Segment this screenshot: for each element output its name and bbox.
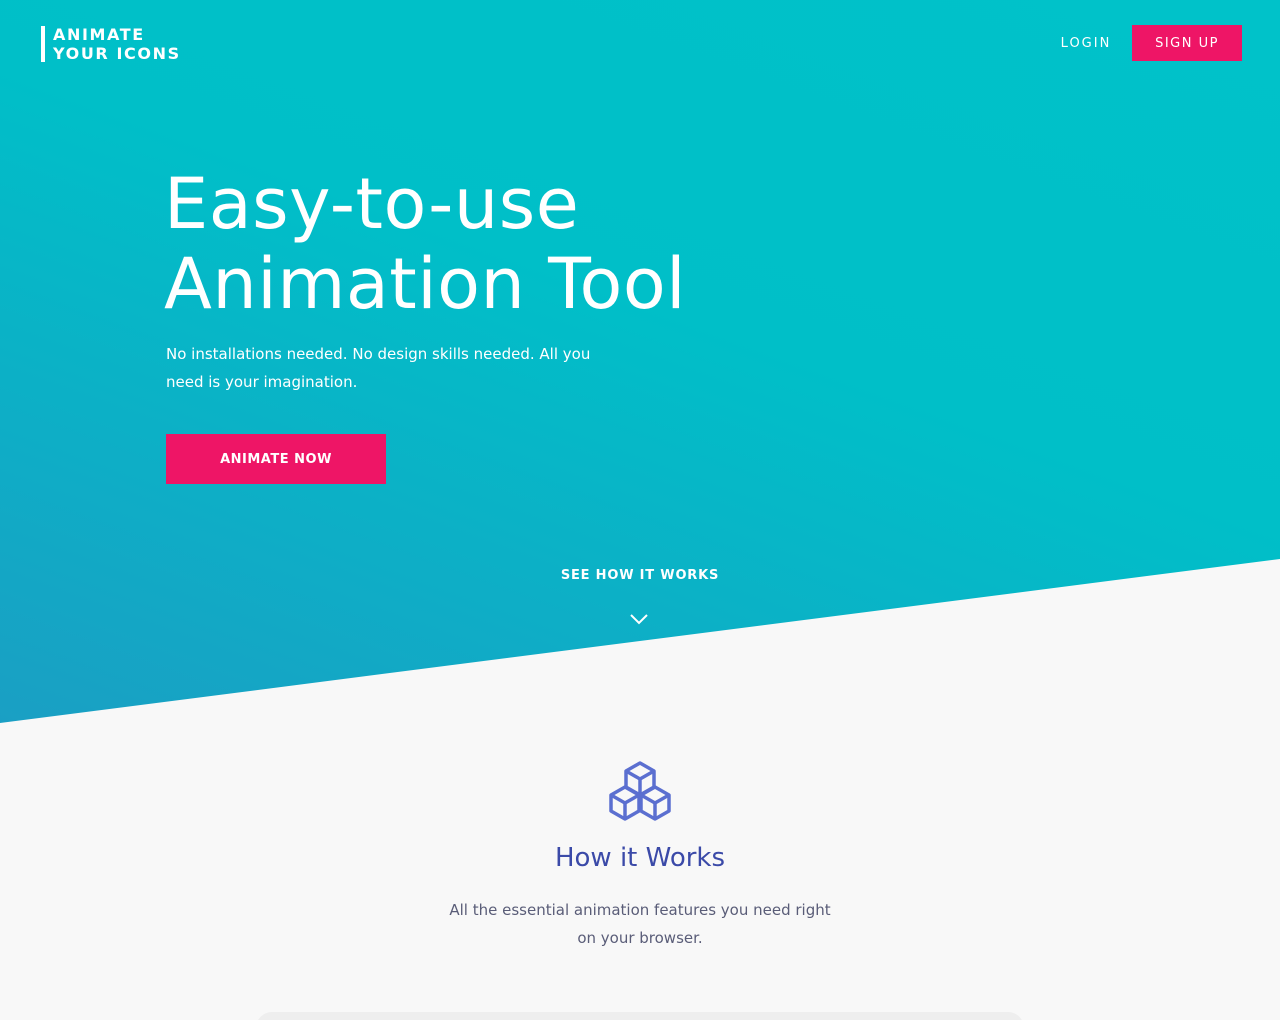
preview-card [256, 1012, 1024, 1020]
brand-line-1: ANIMATE [53, 25, 145, 44]
cubes-icon [609, 761, 671, 821]
brand-line-2: YOUR ICONS [53, 44, 181, 63]
hero-title-line-1: Easy-to-use [164, 163, 580, 245]
hero-subtitle: No installations needed. No design skill… [166, 345, 591, 391]
brand-logo[interactable]: ANIMATE YOUR ICONS [41, 25, 181, 63]
hero-title-line-2: Animation Tool [164, 243, 687, 325]
login-link[interactable]: LOGIN [1048, 25, 1124, 61]
how-it-works-subtitle: All the essential animation features you… [449, 901, 831, 947]
animate-now-button[interactable]: ANIMATE NOW [166, 434, 386, 484]
see-how-it-works-link[interactable]: SEE HOW IT WORKS [540, 568, 740, 592]
chevron-down-icon[interactable] [628, 612, 650, 626]
hero-title: Easy-to-use Animation Tool [164, 164, 804, 324]
signup-button[interactable]: SIGN UP [1132, 25, 1242, 61]
how-it-works-title: How it Works [554, 843, 726, 873]
